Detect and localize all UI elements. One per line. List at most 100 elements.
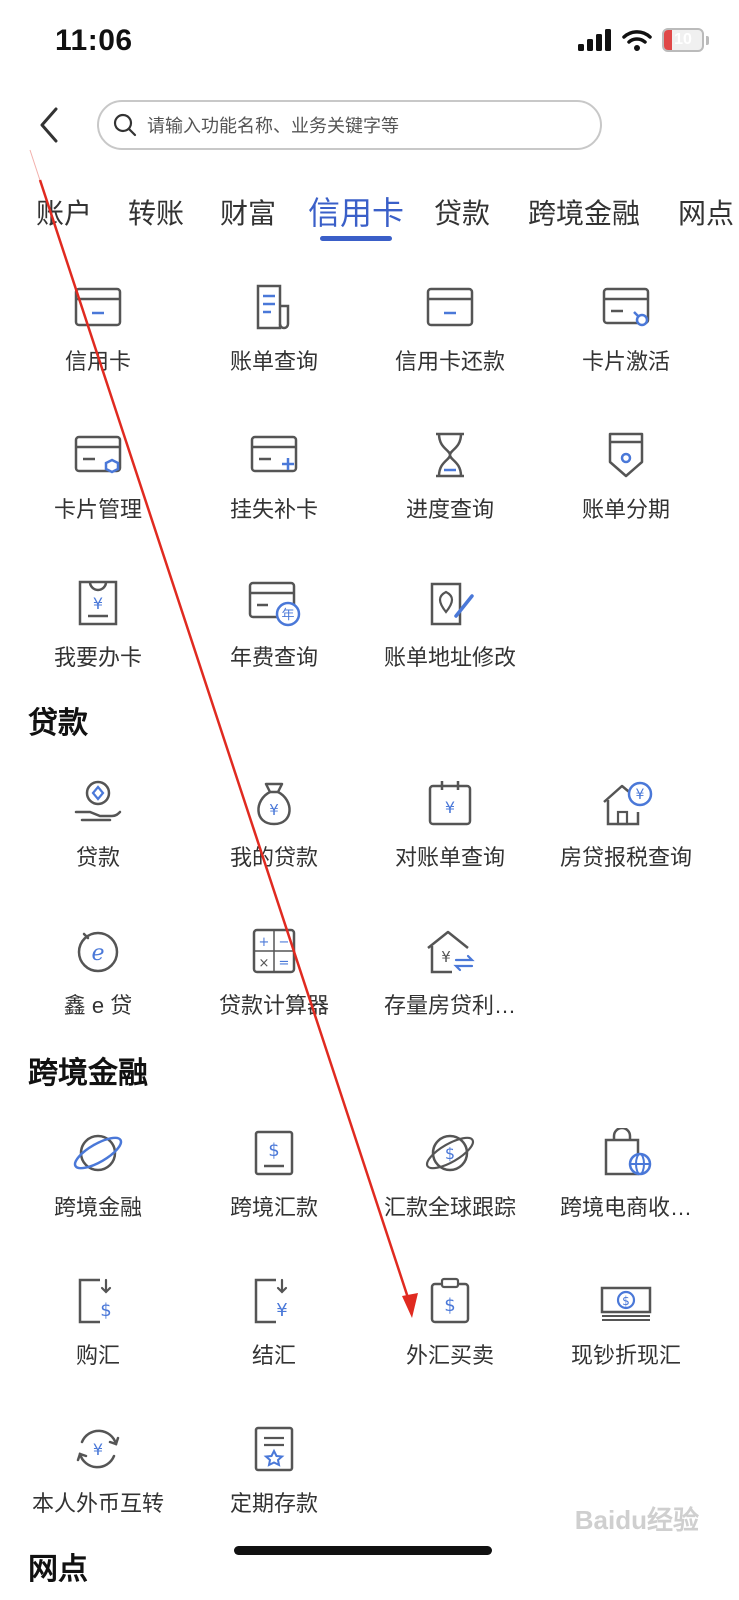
status-bar: 11:06 10 — [0, 0, 739, 90]
svg-text:$: $ — [100, 1300, 111, 1321]
svg-text:¥: ¥ — [93, 1440, 103, 1459]
status-icons: 10 — [578, 28, 709, 52]
svg-text:×: × — [259, 956, 270, 971]
refresh-yen-icon: ¥ — [76, 1429, 120, 1469]
chevron-left-icon — [40, 107, 58, 143]
svg-text:$: $ — [268, 1140, 279, 1161]
certificate-icon — [254, 1426, 294, 1472]
battery-cap — [706, 35, 709, 45]
svg-text:$: $ — [444, 1295, 455, 1316]
svg-text:¥: ¥ — [636, 787, 645, 803]
signal-icon — [578, 29, 611, 51]
svg-text:¥: ¥ — [445, 798, 455, 817]
grid-item-own-currency-exchange[interactable]: ¥ 本人外币互转 — [8, 1424, 188, 1544]
grid-item-credit-card[interactable]: 信用卡 — [8, 282, 188, 402]
card-add-icon — [250, 435, 298, 473]
search-icon — [113, 113, 137, 137]
svg-text:¥: ¥ — [93, 594, 103, 613]
section-title-branch: 网点 — [28, 1553, 88, 1586]
calculator-icon: + − × = — [252, 928, 296, 974]
calendar-yen-icon: ¥ — [428, 781, 472, 826]
section-title-loan: 贷款 — [28, 707, 88, 740]
card-icon — [74, 287, 122, 327]
tab-credit-card[interactable]: 信用卡 — [308, 192, 404, 234]
hourglass-icon — [436, 432, 464, 478]
search-input[interactable]: 请输入功能名称、业务关键字等 — [97, 100, 602, 150]
svg-text:+: + — [259, 935, 270, 950]
grid-item-bill-installment[interactable]: 账单分期 — [536, 430, 716, 550]
battery-level: 10 — [674, 31, 692, 48]
grid-item-xin-e-loan[interactable]: e 鑫 e 贷 — [8, 926, 188, 1046]
svg-text:−: − — [279, 935, 290, 950]
grid-item-remittance-tracking[interactable]: $ 汇款全球跟踪 — [360, 1128, 540, 1248]
battery-icon: 10 — [662, 28, 704, 52]
grid-item-loan-calculator[interactable]: + − × = 贷款计算器 — [184, 926, 364, 1046]
receipt-yen-icon: ¥ — [78, 580, 118, 626]
card-repay-icon — [426, 287, 474, 327]
search-placeholder: 请输入功能名称、业务关键字等 — [147, 116, 399, 136]
grid-item-cash-to-remit[interactable]: $ 现钞折现汇 — [536, 1276, 716, 1396]
tab-account[interactable]: 账户 — [36, 192, 92, 232]
svg-text:$: $ — [445, 1144, 455, 1163]
card-year-icon: 年 — [248, 581, 301, 627]
grid-item-card-activation[interactable]: 卡片激活 — [536, 282, 716, 402]
dollar-doc-icon: $ — [254, 1130, 294, 1176]
watermark: Baidu经验 — [574, 1505, 699, 1535]
grid-item-time-deposit[interactable]: 定期存款 — [184, 1424, 364, 1544]
house-yen-icon: ¥ — [603, 781, 653, 826]
grid-item-my-loan[interactable]: ¥ 我的贷款 — [184, 778, 364, 898]
active-tab-indicator — [320, 236, 392, 241]
e-loan-icon: e — [77, 931, 119, 973]
svg-text:¥: ¥ — [441, 948, 451, 966]
tab-branch[interactable]: 网点 — [678, 192, 734, 232]
grid-item-forex-trading[interactable]: $ 外汇买卖 — [360, 1276, 540, 1396]
svg-text:¥: ¥ — [276, 1300, 287, 1321]
grid-item-annual-fee[interactable]: 年 年费查询 — [184, 578, 364, 698]
card-key-icon — [602, 287, 650, 327]
shield-card-icon — [608, 432, 644, 478]
status-time: 11:06 — [55, 24, 133, 57]
category-tabs: 账户 转账 财富 信用卡 贷款 跨境金融 网点 — [0, 192, 739, 252]
grid-item-mortgage-rate[interactable]: ¥ 存量房贷利… — [360, 926, 540, 1046]
svg-text:¥: ¥ — [269, 801, 279, 819]
wifi-icon — [622, 30, 652, 51]
grid-item-mortgage-tax[interactable]: ¥ 房贷报税查询 — [536, 778, 716, 898]
back-button[interactable] — [28, 100, 68, 150]
tab-wealth[interactable]: 财富 — [220, 192, 276, 232]
planet-icon — [73, 1134, 123, 1172]
bill-icon — [256, 284, 290, 330]
grid-item-report-loss[interactable]: 挂失补卡 — [184, 430, 364, 550]
tab-cross-border[interactable]: 跨境金融 — [528, 192, 640, 232]
hand-coin-icon — [74, 780, 122, 822]
svg-text:e: e — [91, 941, 104, 966]
grid-item-loan[interactable]: 贷款 — [8, 778, 188, 898]
svg-text:年: 年 — [281, 608, 294, 623]
grid-item-cross-border-remittance[interactable]: $ 跨境汇款 — [184, 1128, 364, 1248]
location-edit-icon — [430, 582, 474, 626]
grid-item-address-edit[interactable]: 账单地址修改 — [360, 578, 540, 698]
house-exchange-icon: ¥ — [427, 930, 475, 974]
grid-item-apply-card[interactable]: ¥ 我要办卡 — [8, 578, 188, 698]
globe-dollar-icon: $ — [425, 1134, 475, 1172]
tab-loan[interactable]: 贷款 — [434, 192, 490, 232]
shopping-bag-globe-icon — [604, 1128, 652, 1176]
grid-item-statement-query[interactable]: ¥ 对账单查询 — [360, 778, 540, 898]
doc-dollar-in-icon: $ — [78, 1278, 112, 1324]
grid-item-cross-border-finance[interactable]: 跨境金融 — [8, 1128, 188, 1248]
doc-yen-in-icon: ¥ — [254, 1278, 288, 1324]
grid-item-bill-query[interactable]: 账单查询 — [184, 282, 364, 402]
money-bag-icon: ¥ — [257, 782, 291, 826]
section-title-cross-border: 跨境金融 — [28, 1057, 148, 1090]
card-settings-icon — [74, 435, 122, 474]
grid-item-card-management[interactable]: 卡片管理 — [8, 430, 188, 550]
tab-transfer[interactable]: 转账 — [128, 192, 184, 232]
svg-text:$: $ — [622, 1294, 630, 1308]
banknote-icon: $ — [600, 1286, 652, 1321]
grid-item-buy-forex[interactable]: $ 购汇 — [8, 1276, 188, 1396]
grid-item-card-repayment[interactable]: 信用卡还款 — [360, 282, 540, 402]
grid-item-ecommerce-collection[interactable]: 跨境电商收… — [536, 1128, 716, 1248]
clipboard-dollar-icon: $ — [430, 1277, 470, 1324]
grid-item-settle-forex[interactable]: ¥ 结汇 — [184, 1276, 364, 1396]
grid-item-progress-query[interactable]: 进度查询 — [360, 430, 540, 550]
svg-text:=: = — [279, 956, 290, 971]
